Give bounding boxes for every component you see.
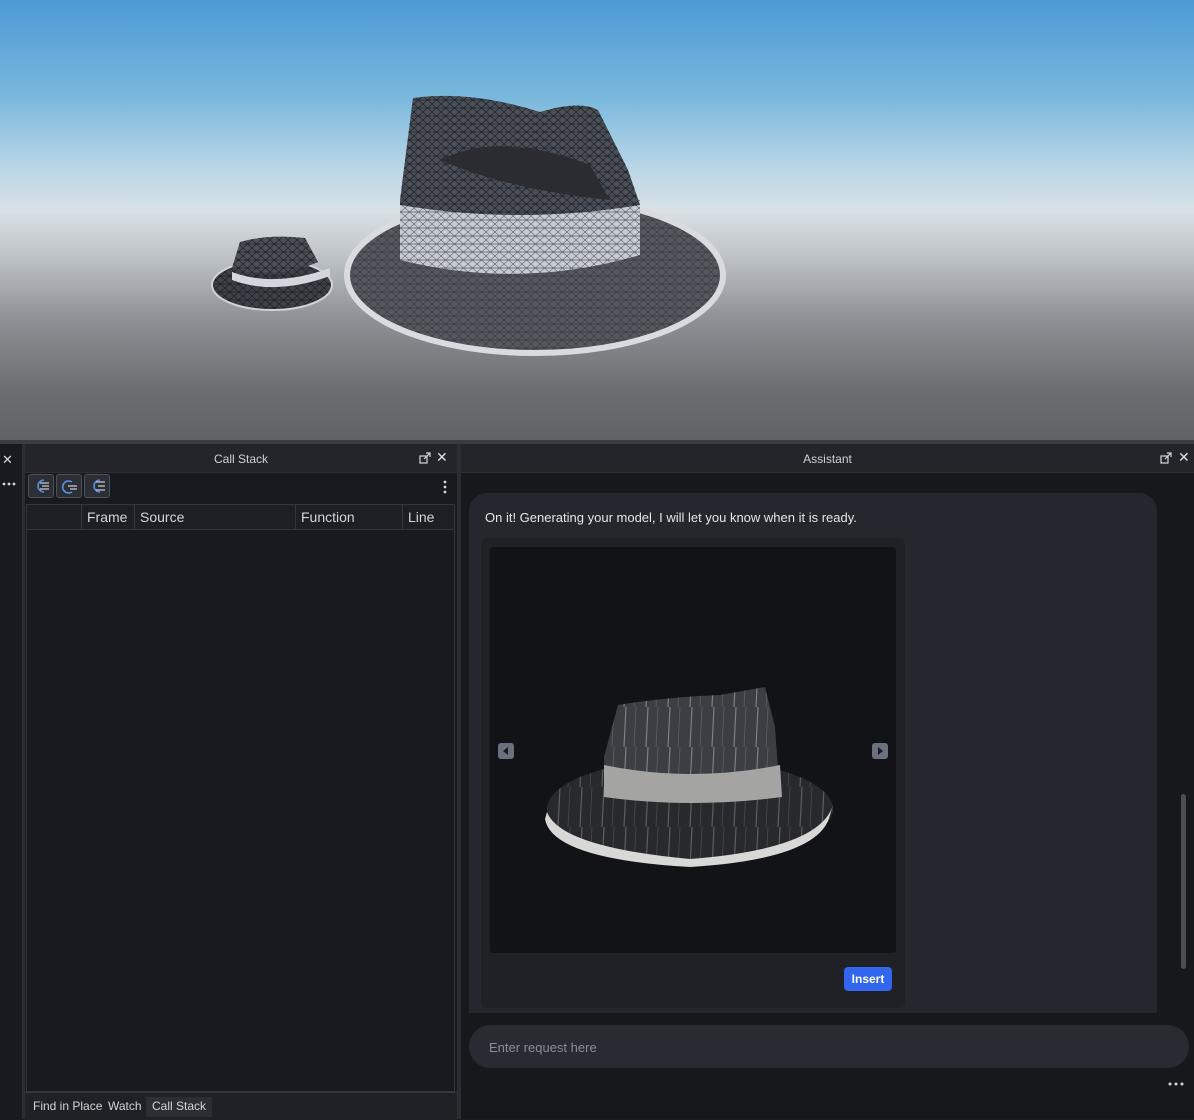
- assistant-more-icon[interactable]: [1168, 1082, 1184, 1086]
- assistant-close-icon[interactable]: ✕: [1178, 450, 1190, 464]
- fedora-hat-render: [545, 687, 833, 867]
- step-over-button[interactable]: [56, 474, 82, 498]
- call-stack-close-icon[interactable]: ✕: [436, 450, 448, 464]
- request-input-container: [469, 1025, 1189, 1070]
- insert-button[interactable]: Insert: [844, 967, 892, 991]
- call-stack-more-icon[interactable]: [443, 480, 447, 494]
- step-into-icon: [37, 479, 49, 493]
- assistant-undock-icon[interactable]: [1160, 452, 1172, 464]
- column-header-source[interactable]: Source: [135, 505, 296, 529]
- assistant-title-bar: Assistant ✕: [461, 444, 1194, 473]
- tab-watch[interactable]: Watch: [102, 1097, 148, 1117]
- left-panel-more-icon[interactable]: [2, 482, 16, 486]
- column-header-frame[interactable]: Frame: [82, 505, 135, 529]
- model-preview-card: Insert: [481, 538, 905, 1008]
- chevron-left-icon: [503, 747, 508, 755]
- 3d-viewport[interactable]: [0, 0, 1194, 440]
- chevron-right-icon: [878, 747, 883, 755]
- request-input[interactable]: [487, 1025, 1171, 1070]
- assistant-message-bubble: On it! Generating your model, I will let…: [469, 493, 1157, 1013]
- left-panel-close-icon[interactable]: ✕: [2, 452, 13, 468]
- small-hat-model: [211, 236, 333, 311]
- assistant-title: Assistant: [803, 452, 852, 466]
- bottom-tab-bar: Find in Place Watch Call Stack: [25, 1092, 457, 1120]
- tab-find-in-place[interactable]: Find in Place: [27, 1097, 108, 1117]
- call-stack-toolbar: [25, 472, 457, 504]
- model-preview-image[interactable]: [490, 547, 896, 953]
- assistant-panel: Assistant ✕ On it! Generating your model…: [461, 444, 1194, 1119]
- chat-scrollbar[interactable]: [1181, 794, 1186, 969]
- step-into-button[interactable]: [28, 474, 54, 498]
- wireframe-scene: [211, 95, 726, 356]
- column-header-blank[interactable]: [27, 505, 82, 529]
- column-header-line[interactable]: Line: [403, 505, 454, 529]
- call-stack-title: Call Stack: [213, 452, 269, 466]
- previous-button[interactable]: [498, 743, 514, 759]
- step-out-icon: [93, 479, 105, 493]
- call-stack-table-header: Frame Source Function Line: [27, 505, 454, 530]
- large-hat-model: [344, 95, 726, 356]
- column-header-function[interactable]: Function: [296, 505, 403, 529]
- undock-icon[interactable]: [419, 452, 431, 464]
- step-over-icon: [61, 480, 77, 494]
- call-stack-table: Frame Source Function Line: [26, 504, 455, 1092]
- assistant-message-text: On it! Generating your model, I will let…: [485, 510, 857, 525]
- call-stack-panel: Call Stack ✕ Frame Source Function Line …: [25, 444, 457, 1120]
- left-panel: ✕: [0, 444, 23, 1119]
- step-out-button[interactable]: [84, 474, 110, 498]
- tab-call-stack[interactable]: Call Stack: [146, 1097, 213, 1117]
- next-button[interactable]: [872, 743, 888, 759]
- call-stack-title-bar: Call Stack ✕: [25, 444, 457, 473]
